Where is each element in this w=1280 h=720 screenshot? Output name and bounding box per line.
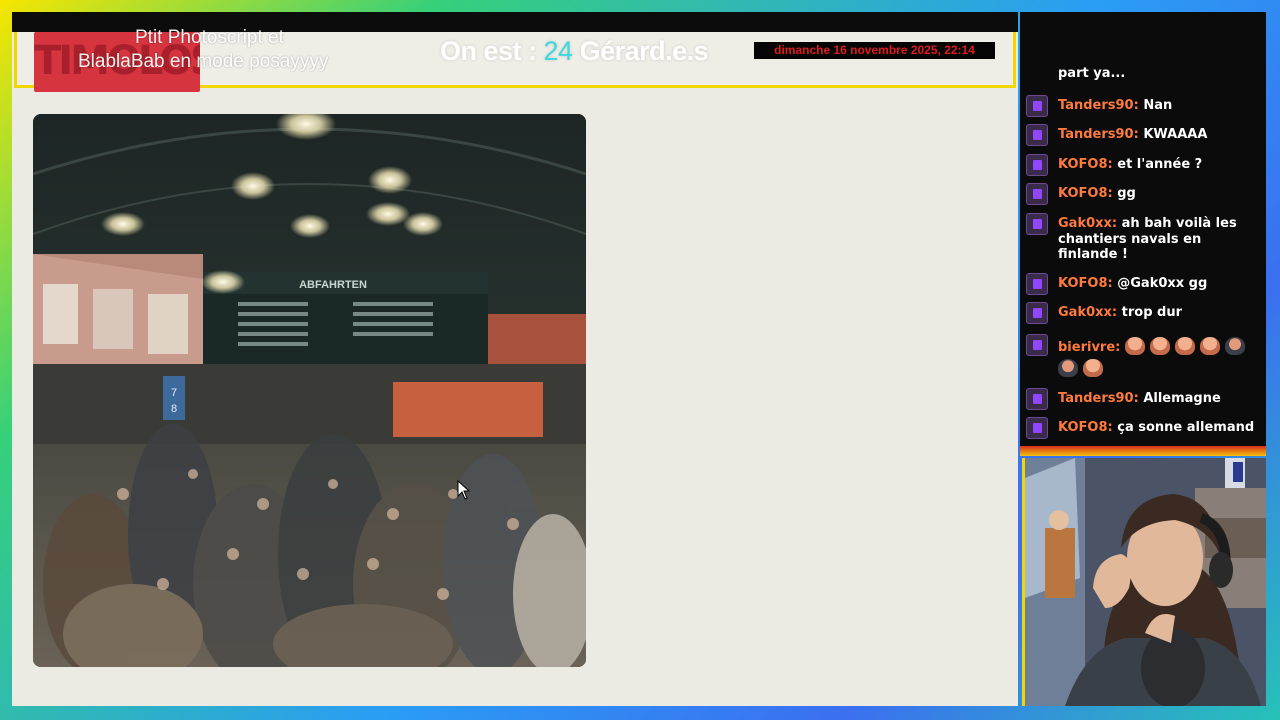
emote-icon	[1224, 337, 1245, 355]
chat-bottom-bar	[1020, 446, 1266, 456]
chat-text: ça sonne allemand	[1117, 420, 1255, 435]
twitch-badge-icon	[1026, 273, 1048, 295]
emote-icon	[1174, 337, 1195, 355]
chat-text: gg	[1117, 186, 1136, 201]
twitch-badge-icon	[1026, 124, 1048, 146]
chat-cut-off-text: part ya...	[1058, 66, 1126, 81]
chat-username[interactable]: Tanders90:	[1058, 127, 1139, 142]
emote-icon	[1124, 337, 1145, 355]
twitch-badge-icon	[1026, 95, 1048, 117]
stream-title-line1: Ptit Photoscript et	[135, 27, 284, 48]
twitch-badge-icon	[1026, 213, 1048, 235]
station-photo: ABFAHRTEN 7 8	[33, 114, 586, 667]
chat-username[interactable]: Tanders90:	[1058, 98, 1139, 113]
twitch-badge-icon	[1026, 417, 1048, 439]
twitch-badge-icon	[1026, 388, 1048, 410]
datetime-display: dimanche 16 novembre 2025, 22:14	[754, 42, 995, 59]
station-photo-art: ABFAHRTEN 7 8	[33, 114, 586, 667]
webcam-art	[1025, 458, 1266, 706]
board-sign: ABFAHRTEN	[299, 279, 367, 291]
chat-username[interactable]: KOFO8:	[1058, 157, 1113, 172]
chat-username[interactable]: KOFO8:	[1058, 186, 1113, 201]
chat-username[interactable]: Gak0xx:	[1058, 305, 1117, 320]
webcam-feed	[1022, 458, 1266, 706]
svg-text:8: 8	[171, 403, 177, 415]
viewer-prefix: On est :	[440, 36, 544, 66]
chat-username[interactable]: KOFO8:	[1058, 420, 1113, 435]
chat-text: et l'année ?	[1117, 157, 1203, 172]
stream-title-line2: BlablaBab en mode posayyyy	[78, 51, 329, 72]
viewer-count: On est : 24 Gérard.e.s	[440, 36, 709, 67]
viewer-number: 24	[543, 36, 574, 66]
twitch-badge-icon	[1026, 302, 1048, 324]
emote-icon	[1149, 337, 1170, 355]
emote-icon	[1058, 359, 1078, 377]
chat-username[interactable]: Tanders90:	[1058, 391, 1139, 406]
emote-icon	[1083, 359, 1103, 377]
viewer-suffix: Gérard.e.s	[572, 36, 709, 66]
twitch-badge-icon	[1026, 154, 1048, 176]
chat-text: KWAAAA	[1143, 127, 1208, 142]
emote-icon	[1199, 337, 1220, 355]
svg-text:7: 7	[171, 387, 177, 399]
chat-username[interactable]: bierivre:	[1058, 340, 1120, 355]
stream-title-overlay: Ptit Photoscript et BlablaBab en mode po…	[78, 26, 378, 74]
chat-text: @Gak0xx gg	[1117, 276, 1208, 291]
chat-text: Allemagne	[1143, 391, 1221, 406]
twitch-badge-icon	[1026, 334, 1048, 356]
chat-username[interactable]: KOFO8:	[1058, 276, 1113, 291]
mouse-cursor-icon	[457, 479, 471, 504]
twitch-badge-icon	[1026, 183, 1048, 205]
chat-username[interactable]: Gak0xx:	[1058, 216, 1117, 231]
chat-text: Nan	[1143, 98, 1173, 113]
chat-text: trop dur	[1121, 305, 1183, 320]
